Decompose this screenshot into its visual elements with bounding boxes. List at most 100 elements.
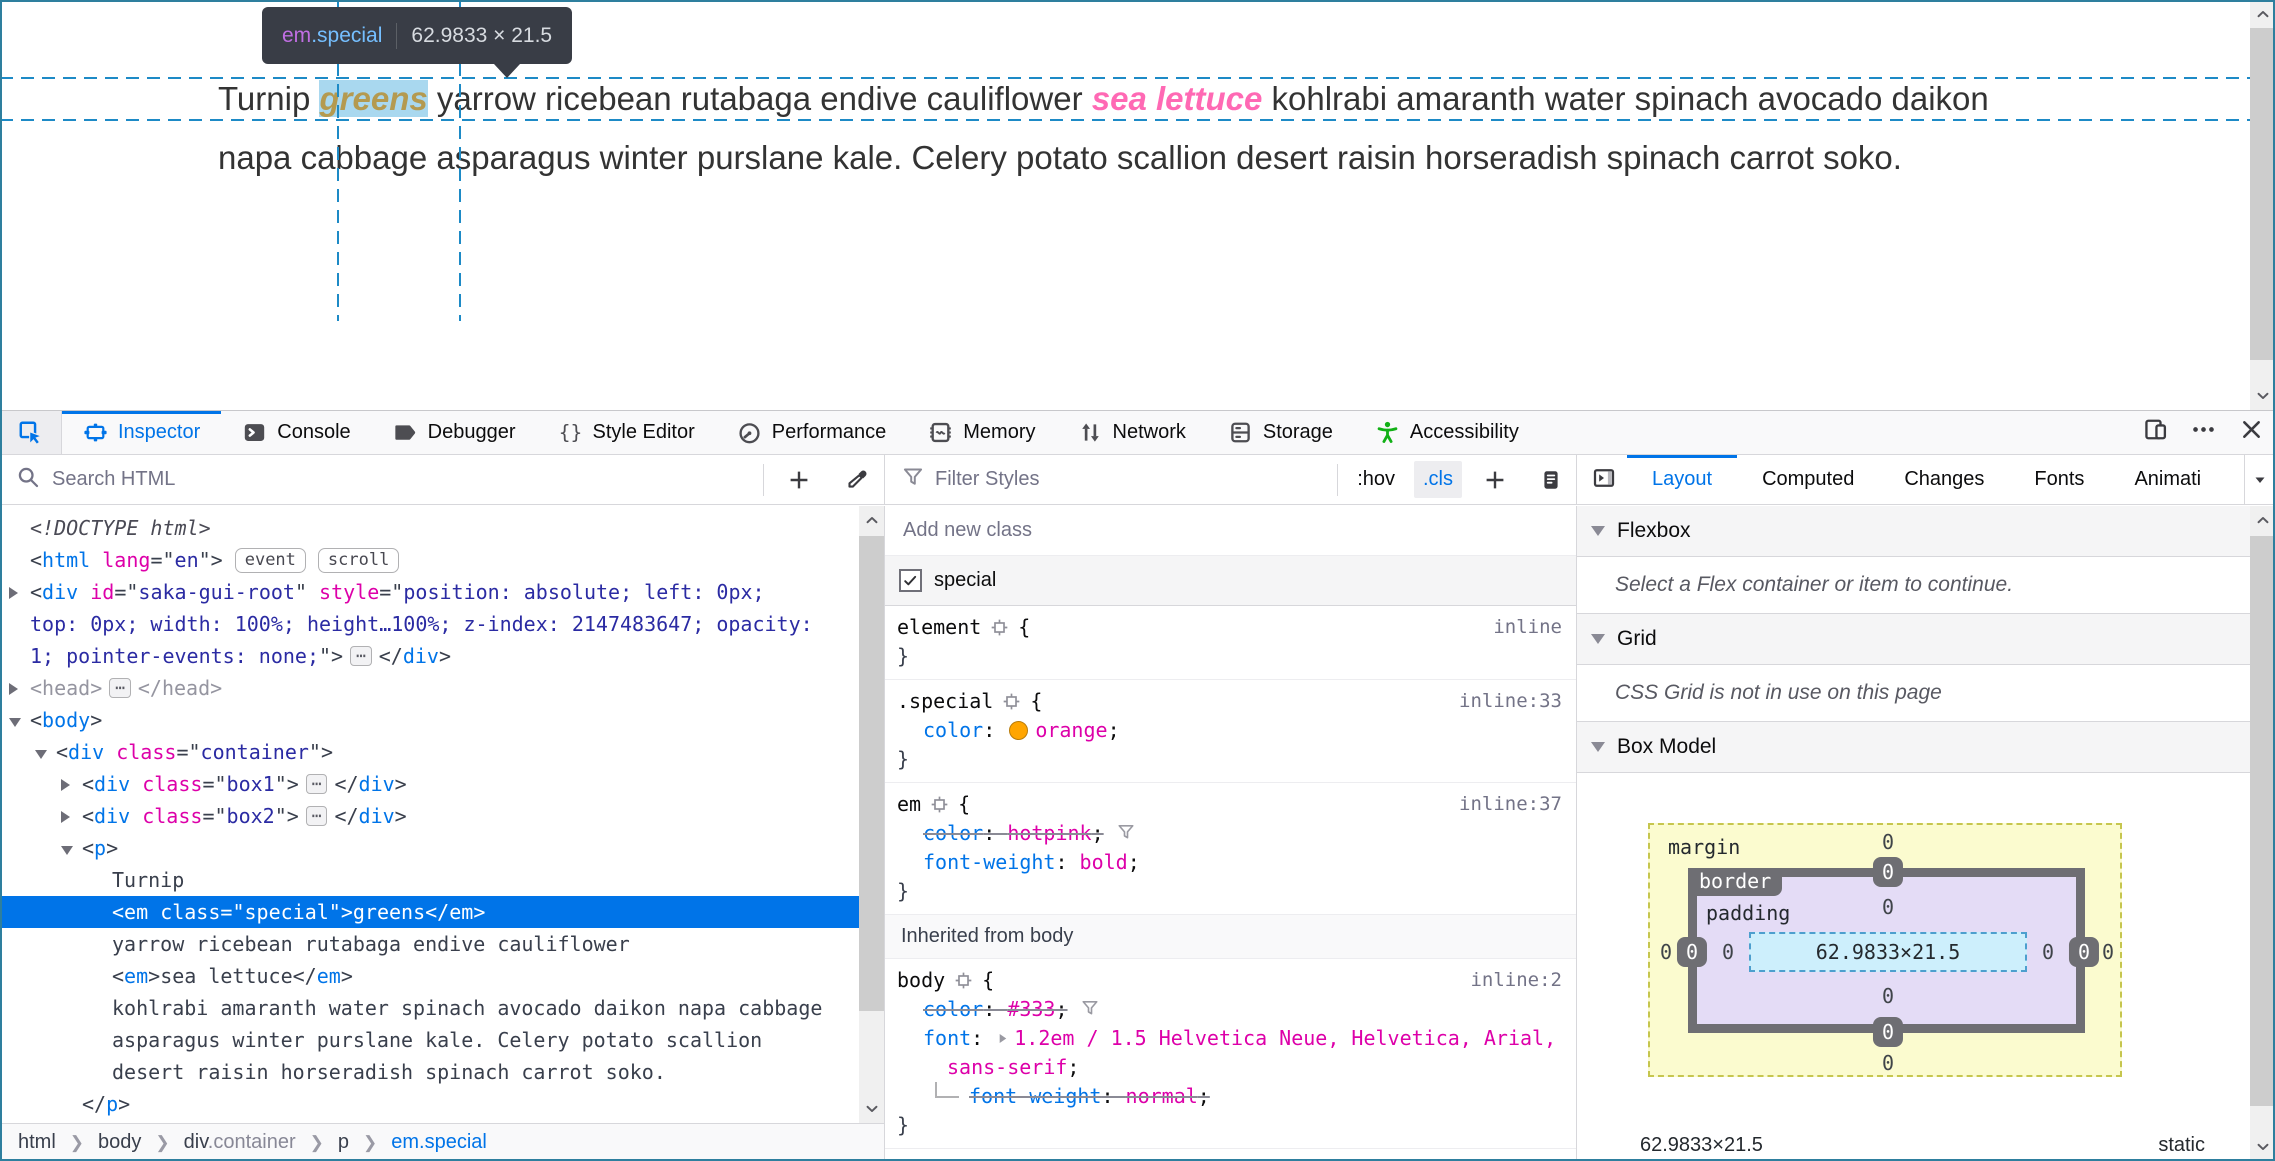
markup-scrollbar[interactable]	[859, 506, 884, 1123]
tree-node[interactable]: <body>	[0, 704, 859, 736]
rule-location-link[interactable]: inline:37	[1459, 790, 1576, 819]
tab-accessibility[interactable]: Accessibility	[1354, 411, 1540, 454]
rule-selector[interactable]: element	[897, 613, 981, 642]
overridden-filter-icon[interactable]	[1080, 998, 1100, 1018]
margin-bottom-value[interactable]: 0	[1882, 1051, 1894, 1075]
toggle-classes-button[interactable]: .cls	[1414, 461, 1462, 498]
rule-location-link[interactable]: inline	[1493, 613, 1576, 642]
inline-expander-button[interactable]: ⋯	[350, 646, 372, 666]
close-devtools-button[interactable]	[2227, 411, 2275, 454]
tree-node-selected[interactable]: <em class="special">greens</em>	[0, 896, 859, 928]
rule-selector[interactable]: em	[897, 790, 921, 819]
page-scrollbar[interactable]	[2250, 0, 2275, 410]
rule-location-link[interactable]: inline:2	[1470, 966, 1576, 995]
tree-node[interactable]: 1; pointer-events: none;"> ⋯ </div>	[0, 640, 859, 672]
margin-right-value[interactable]: 0	[2102, 940, 2114, 964]
rule-location-link[interactable]: inline:33	[1459, 687, 1576, 716]
property-value[interactable]: bold	[1080, 850, 1128, 874]
scroll-up-button[interactable]	[859, 506, 884, 534]
breadcrumb-item-div[interactable]: div.container	[184, 1131, 296, 1154]
scroll-down-button[interactable]	[859, 1095, 884, 1123]
box-model-content[interactable]: 62.9833×21.5	[1749, 932, 2027, 972]
tree-node[interactable]: Turnip	[0, 864, 859, 896]
color-swatch[interactable]	[1009, 721, 1029, 740]
search-html-input[interactable]	[52, 468, 751, 491]
rule-selector[interactable]: body	[897, 966, 945, 995]
property-value[interactable]: 1.2em / 1.5 Helvetica Neue, Helvetica, A…	[947, 1026, 1556, 1079]
devtools-menu-button[interactable]	[2179, 411, 2227, 454]
css-declaration[interactable]: color: hotpink;	[885, 819, 1576, 848]
inline-expander-button[interactable]: ⋯	[109, 678, 131, 698]
sidebar-tab-computed[interactable]: Computed	[1737, 455, 1879, 504]
scroll-down-button[interactable]	[2250, 382, 2275, 410]
tree-node[interactable]: yarrow ricebean rutabaga endive cauliflo…	[0, 928, 859, 960]
margin-top-value[interactable]: 0	[1882, 830, 1894, 854]
print-media-button[interactable]	[1528, 457, 1574, 503]
border-left-value[interactable]: 0	[1676, 937, 1708, 967]
filter-styles-input[interactable]	[935, 468, 1328, 491]
sidebar-tab-layout[interactable]: Layout	[1627, 455, 1738, 504]
breadcrumb-item-html[interactable]: html	[18, 1131, 56, 1154]
property-name[interactable]: font-weight	[923, 850, 1055, 874]
flexbox-section-header[interactable]: Flexbox	[1577, 506, 2250, 557]
toggle-pseudo-classes-button[interactable]: :hov	[1348, 461, 1404, 498]
property-value[interactable]: #333	[1007, 997, 1055, 1021]
sidebar-tab-fonts[interactable]: Fonts	[2009, 455, 2109, 504]
add-new-class-input[interactable]	[903, 519, 1576, 542]
tab-debugger[interactable]: Debugger	[372, 411, 537, 454]
scroll-badge[interactable]: scroll	[317, 548, 400, 573]
tab-memory[interactable]: Memory	[907, 411, 1056, 454]
tree-node[interactable]: <div id="saka-gui-root" style="position:…	[0, 576, 859, 608]
box-model-section-header[interactable]: Box Model	[1577, 722, 2250, 773]
collapse-arrow-icon[interactable]	[9, 718, 21, 727]
rule-selector[interactable]: .special	[897, 687, 993, 716]
highlight-selector-icon[interactable]	[930, 795, 949, 814]
add-node-button[interactable]	[776, 457, 822, 503]
tree-node[interactable]: <div class="container">	[0, 736, 859, 768]
eyedropper-button[interactable]	[834, 457, 880, 503]
expand-sidebar-button[interactable]	[1581, 455, 1627, 501]
scroll-down-button[interactable]	[2250, 1133, 2275, 1161]
collapse-arrow-icon[interactable]	[35, 750, 47, 759]
sidebar-tab-changes[interactable]: Changes	[1879, 455, 2009, 504]
expand-arrow-icon[interactable]	[61, 811, 70, 823]
expand-computed-icon[interactable]	[995, 1031, 1010, 1046]
css-declaration[interactable]: font: 1.2em / 1.5 Helvetica Neue, Helvet…	[885, 1024, 1576, 1082]
css-declaration[interactable]: font-weight: bold;	[885, 848, 1576, 877]
tree-node[interactable]: <!DOCTYPE html>	[0, 512, 859, 544]
responsive-design-mode-button[interactable]	[2131, 411, 2179, 454]
all-tabs-menu-button[interactable]	[2244, 455, 2275, 504]
tab-network[interactable]: Network	[1057, 411, 1207, 454]
tab-inspector[interactable]: Inspector	[62, 411, 222, 454]
class-checkbox[interactable]	[899, 569, 922, 592]
margin-left-value[interactable]: 0	[1660, 940, 1672, 964]
node-picker-button[interactable]	[0, 411, 62, 454]
expand-arrow-icon[interactable]	[9, 587, 18, 599]
tree-node[interactable]: <div class="box2"> ⋯ </div>	[0, 800, 859, 832]
padding-left-value[interactable]: 0	[1722, 940, 1734, 964]
scrollbar-thumb[interactable]	[2250, 28, 2275, 360]
property-name[interactable]: font	[923, 1026, 971, 1050]
tree-node[interactable]: top: 0px; width: 100%; height…100%; z-in…	[0, 608, 859, 640]
tree-node[interactable]: <em>sea lettuce</em>	[0, 960, 859, 992]
tree-node[interactable]: <div class="box1"> ⋯ </div>	[0, 768, 859, 800]
tree-node[interactable]: <html lang="en"> event scroll	[0, 544, 859, 576]
border-right-value[interactable]: 0	[2068, 937, 2100, 967]
tab-storage[interactable]: Storage	[1207, 411, 1354, 454]
padding-bottom-value[interactable]: 0	[1882, 984, 1894, 1008]
scroll-up-button[interactable]	[2250, 506, 2275, 534]
border-bottom-value[interactable]: 0	[1872, 1017, 1904, 1047]
property-value[interactable]: orange	[1035, 718, 1107, 742]
collapse-arrow-icon[interactable]	[61, 846, 73, 855]
breadcrumb-item-emspecial[interactable]: em.special	[391, 1131, 487, 1154]
expand-arrow-icon[interactable]	[9, 683, 18, 695]
tab-style-editor[interactable]: {} Style Editor	[537, 411, 716, 454]
scrollbar-thumb[interactable]	[2250, 536, 2275, 1106]
scrollbar-thumb[interactable]	[859, 536, 884, 1011]
expand-arrow-icon[interactable]	[61, 779, 70, 791]
sidebar-tab-animati[interactable]: Animati	[2109, 455, 2226, 504]
tab-console[interactable]: Console	[221, 411, 371, 454]
layout-scrollbar[interactable]	[2250, 506, 2275, 1161]
tree-node[interactable]: <p>	[0, 832, 859, 864]
add-rule-button[interactable]	[1472, 457, 1518, 503]
